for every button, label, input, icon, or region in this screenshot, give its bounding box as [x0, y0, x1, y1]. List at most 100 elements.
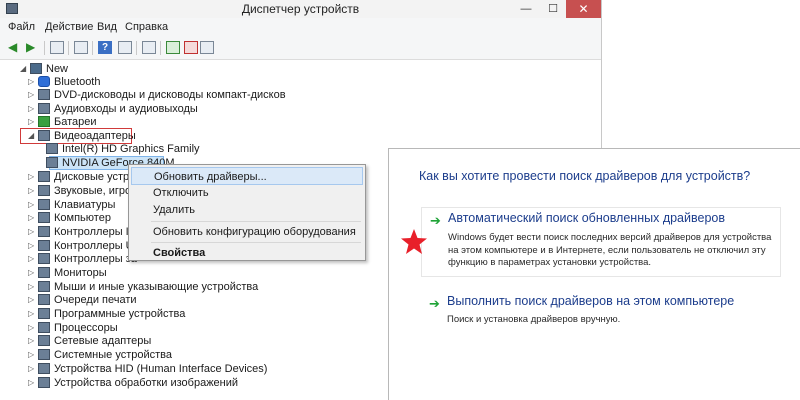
auto-search-title: Автоматический поиск обновленных драйвер…	[448, 211, 725, 225]
expand-icon[interactable]: ▷	[28, 227, 36, 236]
expand-icon[interactable]: ▷	[28, 323, 36, 332]
manual-search-title: Выполнить поиск драйверов на этом компью…	[447, 294, 735, 308]
tree-item-label: Мониторы	[54, 267, 107, 279]
collapse-icon[interactable]: ◢	[20, 64, 28, 73]
tree-item-label: Клавиатуры	[54, 199, 116, 211]
menu-bar: Файл Действие Вид Справка	[0, 18, 601, 38]
help-icon[interactable]: ?	[98, 41, 112, 54]
green-arrow-icon: ➔	[429, 296, 440, 311]
expand-icon[interactable]: ▷	[28, 77, 36, 86]
tree-item-label: Звуковые, игров	[54, 185, 138, 197]
keyboard-icon	[38, 199, 50, 210]
expand-icon[interactable]: ▷	[28, 364, 36, 373]
collapse-icon[interactable]: ◢	[28, 131, 36, 140]
toolbar-separator	[68, 41, 69, 55]
expand-icon[interactable]: ▷	[28, 336, 36, 345]
uninstall-icon[interactable]	[184, 41, 198, 54]
display-adapter-icon	[38, 130, 50, 141]
hid-icon	[38, 363, 50, 374]
tree-item-label: Видеоадаптеры	[54, 130, 136, 142]
close-button[interactable]: ✕	[566, 0, 601, 18]
red-star-marker-icon	[401, 229, 427, 254]
tree-item-label: Компьютер	[54, 212, 111, 224]
menu-action[interactable]: Действие	[45, 21, 93, 33]
toolbar-separator	[160, 41, 161, 55]
minimize-button[interactable]: —	[512, 0, 540, 18]
tree-item-label: Intel(R) HD Graphics Family	[62, 143, 200, 155]
ctx-update-drivers[interactable]: Обновить драйверы...	[131, 167, 363, 185]
tree-item-label: Системные устройства	[54, 349, 173, 361]
properties-icon[interactable]	[74, 41, 88, 54]
battery-icon	[38, 116, 50, 127]
ctx-item-label: Свойства	[153, 247, 206, 259]
tree-item-label: Устройства обработки изображений	[54, 377, 239, 389]
ctx-delete[interactable]: Удалить	[131, 201, 363, 219]
mouse-icon	[38, 281, 50, 292]
toolbar-separator	[92, 41, 93, 55]
usb-icon	[38, 240, 50, 251]
tree-item-label: Мыши и иные указывающие устройства	[54, 281, 259, 293]
forward-arrow-icon[interactable]: ▶	[26, 41, 40, 54]
expand-icon[interactable]: ▷	[28, 378, 36, 387]
auto-search-description: Windows будет вести поиск последних верс…	[448, 232, 772, 268]
ctx-item-label: Удалить	[153, 204, 195, 216]
display-adapter-icon	[46, 157, 58, 168]
green-arrow-icon: ➔	[430, 213, 441, 228]
ctx-separator	[151, 221, 361, 222]
ctx-separator	[151, 242, 361, 243]
ctx-item-label: Обновить конфигурацию оборудования	[153, 226, 356, 238]
tree-item-label: Сетевые адаптеры	[54, 335, 152, 347]
dialog-question: Как вы хотите провести поиск драйверов д…	[419, 169, 751, 183]
processor-icon	[38, 322, 50, 333]
expand-icon[interactable]: ▷	[28, 172, 36, 181]
camera-icon	[38, 377, 50, 388]
manual-search-option[interactable]: ➔ Выполнить поиск драйверов на этом комп…	[421, 291, 781, 331]
expand-icon[interactable]: ▷	[28, 254, 36, 263]
view-icon[interactable]	[118, 41, 132, 54]
scan-hardware-icon[interactable]	[142, 41, 156, 54]
menu-file[interactable]: Файл	[8, 21, 35, 33]
expand-icon[interactable]: ▷	[28, 200, 36, 209]
speaker-icon	[38, 103, 50, 114]
ctx-item-label: Отключить	[153, 187, 209, 199]
tree-item-label: Аудиовходы и аудиовыходы	[54, 103, 198, 115]
toolbar: ◀ ▶ ?	[0, 37, 601, 60]
expand-icon[interactable]: ▷	[28, 90, 36, 99]
expand-icon[interactable]: ▷	[28, 295, 36, 304]
monitor-icon	[38, 267, 50, 278]
software-device-icon	[38, 308, 50, 319]
tree-item-label: Программные устройства	[54, 308, 186, 320]
expand-icon[interactable]: ▷	[28, 241, 36, 250]
ctx-properties[interactable]: Свойства	[131, 244, 363, 262]
expand-icon[interactable]: ▷	[28, 104, 36, 113]
controller-icon	[38, 253, 50, 264]
menu-help[interactable]: Справка	[125, 21, 168, 33]
menu-view[interactable]: Вид	[97, 21, 117, 33]
maximize-button[interactable]: ☐	[539, 0, 567, 18]
expand-icon[interactable]: ▷	[28, 186, 36, 195]
printer-icon	[38, 294, 50, 305]
ctx-item-label: Обновить драйверы...	[154, 171, 267, 183]
expand-icon[interactable]: ▷	[28, 268, 36, 277]
window-title: Диспетчер устройств	[241, 2, 360, 16]
show-hide-tree-icon[interactable]	[50, 41, 64, 54]
computer-icon	[38, 212, 50, 223]
expand-icon[interactable]: ▷	[28, 309, 36, 318]
expand-icon[interactable]: ▷	[28, 117, 36, 126]
tree-item-label: Устройства HID (Human Interface Devices)	[54, 363, 268, 375]
tree-item-label: DVD-дисководы и дисководы компакт-дисков	[54, 89, 286, 101]
tree-item-label: Процессоры	[54, 322, 118, 334]
update-driver-icon[interactable]	[166, 41, 180, 54]
expand-icon[interactable]: ▷	[28, 350, 36, 359]
ctx-scan-hardware[interactable]: Обновить конфигурацию оборудования	[131, 223, 363, 241]
auto-search-option[interactable]: ➔ Автоматический поиск обновленных драйв…	[421, 207, 781, 277]
ctx-disable[interactable]: Отключить	[131, 184, 363, 202]
manual-search-description: Поиск и установка драйверов вручную.	[447, 314, 621, 325]
controller-icon	[38, 226, 50, 237]
disable-device-icon[interactable]	[200, 41, 214, 54]
expand-icon[interactable]: ▷	[28, 213, 36, 222]
back-arrow-icon[interactable]: ◀	[8, 41, 22, 54]
computer-icon	[30, 63, 42, 74]
expand-icon[interactable]: ▷	[28, 282, 36, 291]
title-bar: Диспетчер устройств — ☐ ✕	[0, 0, 601, 18]
